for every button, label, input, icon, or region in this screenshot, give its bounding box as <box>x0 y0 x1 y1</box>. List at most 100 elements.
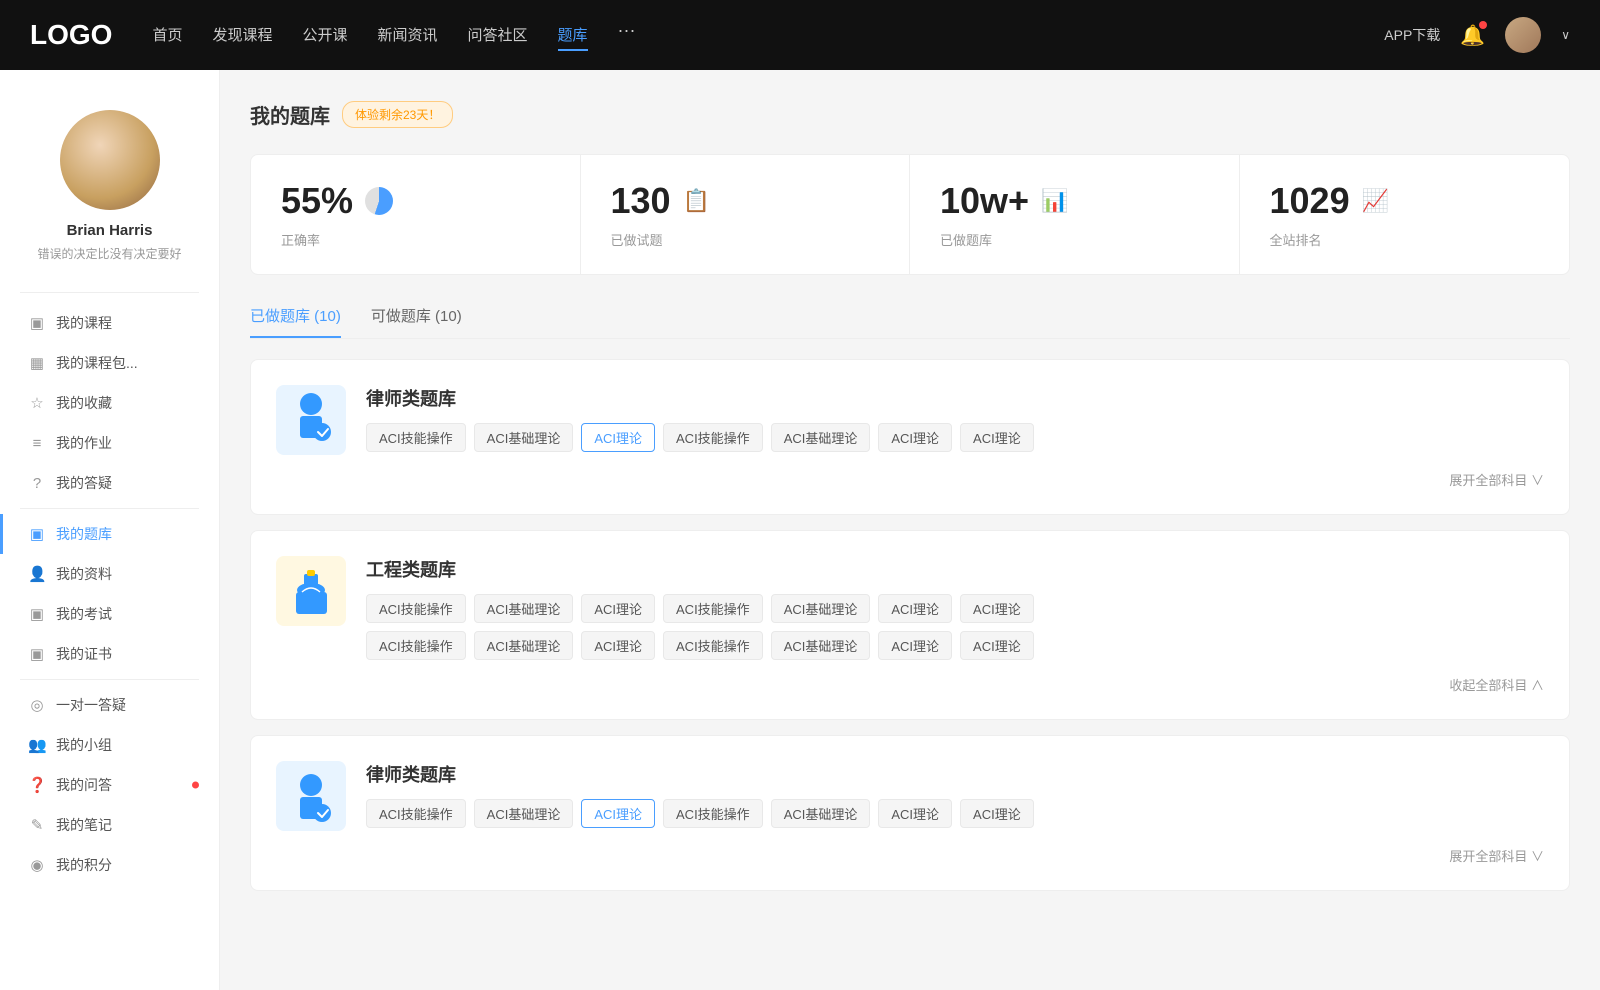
sidebar-item-my-courses[interactable]: ▣ 我的课程 <box>0 303 219 343</box>
star-icon: ☆ <box>28 394 46 412</box>
done-banks-label: 已做题库 <box>940 230 1209 249</box>
sidebar-item-exam[interactable]: ▣ 我的考试 <box>0 594 219 634</box>
sidebar-item-points[interactable]: ◉ 我的积分 <box>0 845 219 885</box>
page-layout: Brian Harris 错误的决定比没有决定要好 ▣ 我的课程 ▦ 我的课程包… <box>0 70 1600 990</box>
sidebar-item-label: 我的课程包... <box>56 353 138 373</box>
tag[interactable]: ACI技能操作 <box>663 799 763 828</box>
tab-done-banks[interactable]: 已做题库 (10) <box>250 305 341 338</box>
collapse-button[interactable]: 收起全部科目 ∧ <box>1449 675 1544 694</box>
nav-link-discover[interactable]: 发现课程 <box>212 20 272 51</box>
tag[interactable]: ACI基础理论 <box>771 799 871 828</box>
trial-badge: 体验剩余23天！ <box>342 101 453 128</box>
navbar: LOGO 首页 发现课程 公开课 新闻资讯 问答社区 题库 ··· APP下载 … <box>0 0 1600 70</box>
bank-name: 工程类题库 <box>366 556 1544 582</box>
sidebar-profile: Brian Harris 错误的决定比没有决定要好 <box>0 90 219 292</box>
sidebar-item-one-on-one[interactable]: ◎ 一对一答疑 <box>0 685 219 725</box>
lawyer-svg2 <box>284 769 339 824</box>
sidebar-item-homework[interactable]: ≡ 我的作业 <box>0 423 219 463</box>
stat-top: 10w+ 📊 <box>940 180 1209 222</box>
tag[interactable]: ACI理论 <box>581 594 655 623</box>
sidebar-item-question-bank[interactable]: ▣ 我的题库 <box>0 514 219 554</box>
page-title: 我的题库 <box>250 100 330 129</box>
tag[interactable]: ACI理论 <box>878 799 952 828</box>
bank-tags-row2: ACI技能操作 ACI基础理论 ACI理论 ACI技能操作 ACI基础理论 AC… <box>366 631 1544 660</box>
nav-more-dots[interactable]: ··· <box>618 20 636 51</box>
sidebar-item-group[interactable]: 👥 我的小组 <box>0 725 219 765</box>
tag[interactable]: ACI理论 <box>960 631 1034 660</box>
tag[interactable]: ACI基础理论 <box>771 594 871 623</box>
sidebar-item-certificate[interactable]: ▣ 我的证书 <box>0 634 219 674</box>
sidebar-item-label: 我的题库 <box>56 524 112 544</box>
sidebar-item-label: 我的小组 <box>56 735 112 755</box>
nav-link-bank[interactable]: 题库 <box>558 20 588 51</box>
accuracy-label: 正确率 <box>281 230 550 249</box>
bank-tags: ACI技能操作 ACI基础理论 ACI理论 ACI技能操作 ACI基础理论 AC… <box>366 423 1544 452</box>
tag[interactable]: ACI理论 <box>581 631 655 660</box>
sidebar-item-favorites[interactable]: ☆ 我的收藏 <box>0 383 219 423</box>
bank-info: 律师类题库 ACI技能操作 ACI基础理论 ACI理论 ACI技能操作 ACI基… <box>366 385 1544 452</box>
tag[interactable]: ACI技能操作 <box>663 631 763 660</box>
sidebar-item-course-package[interactable]: ▦ 我的课程包... <box>0 343 219 383</box>
bank-tags: ACI技能操作 ACI基础理论 ACI理论 ACI技能操作 ACI基础理论 AC… <box>366 799 1544 828</box>
tag[interactable]: ACI理论 <box>960 594 1034 623</box>
stat-top: 130 📋 <box>611 180 880 222</box>
homework-icon: ≡ <box>28 435 46 452</box>
stat-ranking: 1029 📈 全站排名 <box>1240 155 1570 274</box>
tag[interactable]: ACI基础理论 <box>474 799 574 828</box>
user-name: Brian Harris <box>67 222 153 239</box>
sidebar-menu: ▣ 我的课程 ▦ 我的课程包... ☆ 我的收藏 ≡ 我的作业 ? 我的答疑 ▣ <box>0 293 219 895</box>
tab-available-banks[interactable]: 可做题库 (10) <box>371 305 462 338</box>
tag[interactable]: ACI技能操作 <box>663 423 763 452</box>
tag-active[interactable]: ACI理论 <box>581 423 655 452</box>
bank-info: 律师类题库 ACI技能操作 ACI基础理论 ACI理论 ACI技能操作 ACI基… <box>366 761 1544 828</box>
nav-right: APP下载 🔔 ∨ <box>1384 17 1570 53</box>
qa-notification-dot <box>192 782 199 789</box>
tag[interactable]: ACI技能操作 <box>366 423 466 452</box>
tag[interactable]: ACI基础理论 <box>474 594 574 623</box>
engineer-svg <box>284 564 339 619</box>
tag[interactable]: ACI理论 <box>878 631 952 660</box>
tag[interactable]: ACI基础理论 <box>474 423 574 452</box>
user-menu-chevron[interactable]: ∨ <box>1561 28 1570 42</box>
nav-links: 首页 发现课程 公开课 新闻资讯 问答社区 题库 ··· <box>152 20 1344 51</box>
sidebar-item-qa[interactable]: ❓ 我的问答 <box>0 765 219 805</box>
sidebar-item-profile[interactable]: 👤 我的资料 <box>0 554 219 594</box>
tag[interactable]: ACI理论 <box>960 423 1034 452</box>
tag[interactable]: ACI理论 <box>878 594 952 623</box>
bank-tags-row1: ACI技能操作 ACI基础理论 ACI理论 ACI技能操作 ACI基础理论 AC… <box>366 594 1544 623</box>
notification-bell[interactable]: 🔔 <box>1460 23 1485 48</box>
sidebar-item-label: 我的考试 <box>56 604 112 624</box>
tag[interactable]: ACI基础理论 <box>771 631 871 660</box>
bank-card-lawyer: 律师类题库 ACI技能操作 ACI基础理论 ACI理论 ACI技能操作 ACI基… <box>250 359 1570 515</box>
page-header: 我的题库 体验剩余23天！ <box>250 100 1570 129</box>
tag-active[interactable]: ACI理论 <box>581 799 655 828</box>
tag[interactable]: ACI技能操作 <box>663 594 763 623</box>
nav-link-home[interactable]: 首页 <box>152 20 182 51</box>
tag[interactable]: ACI基础理论 <box>474 631 574 660</box>
tag[interactable]: ACI技能操作 <box>366 631 466 660</box>
stat-done-questions: 130 📋 已做试题 <box>581 155 911 274</box>
certificate-icon: ▣ <box>28 645 46 663</box>
app-download-button[interactable]: APP下载 <box>1384 25 1440 45</box>
nav-link-news[interactable]: 新闻资讯 <box>378 20 438 51</box>
sidebar-item-label: 我的资料 <box>56 564 112 584</box>
package-icon: ▦ <box>28 354 46 372</box>
bank-tabs: 已做题库 (10) 可做题库 (10) <box>250 305 1570 339</box>
expand-button[interactable]: 展开全部科目 ∨ <box>1449 846 1544 865</box>
bank-footer: 收起全部科目 ∧ <box>276 675 1544 694</box>
nav-link-qa[interactable]: 问答社区 <box>468 20 528 51</box>
sidebar-item-label: 我的证书 <box>56 644 112 664</box>
sidebar-item-questions[interactable]: ? 我的答疑 <box>0 463 219 503</box>
user-avatar[interactable] <box>1505 17 1541 53</box>
tag[interactable]: ACI理论 <box>878 423 952 452</box>
avatar-image <box>1505 17 1541 53</box>
sidebar-item-notes[interactable]: ✎ 我的笔记 <box>0 805 219 845</box>
expand-button[interactable]: 展开全部科目 ∨ <box>1449 470 1544 489</box>
lawyer-svg <box>284 388 339 443</box>
tag[interactable]: ACI基础理论 <box>771 423 871 452</box>
bank-icon-wrap <box>276 385 346 455</box>
nav-link-opencourse[interactable]: 公开课 <box>302 20 347 51</box>
tag[interactable]: ACI技能操作 <box>366 594 466 623</box>
tag[interactable]: ACI理论 <box>960 799 1034 828</box>
tag[interactable]: ACI技能操作 <box>366 799 466 828</box>
